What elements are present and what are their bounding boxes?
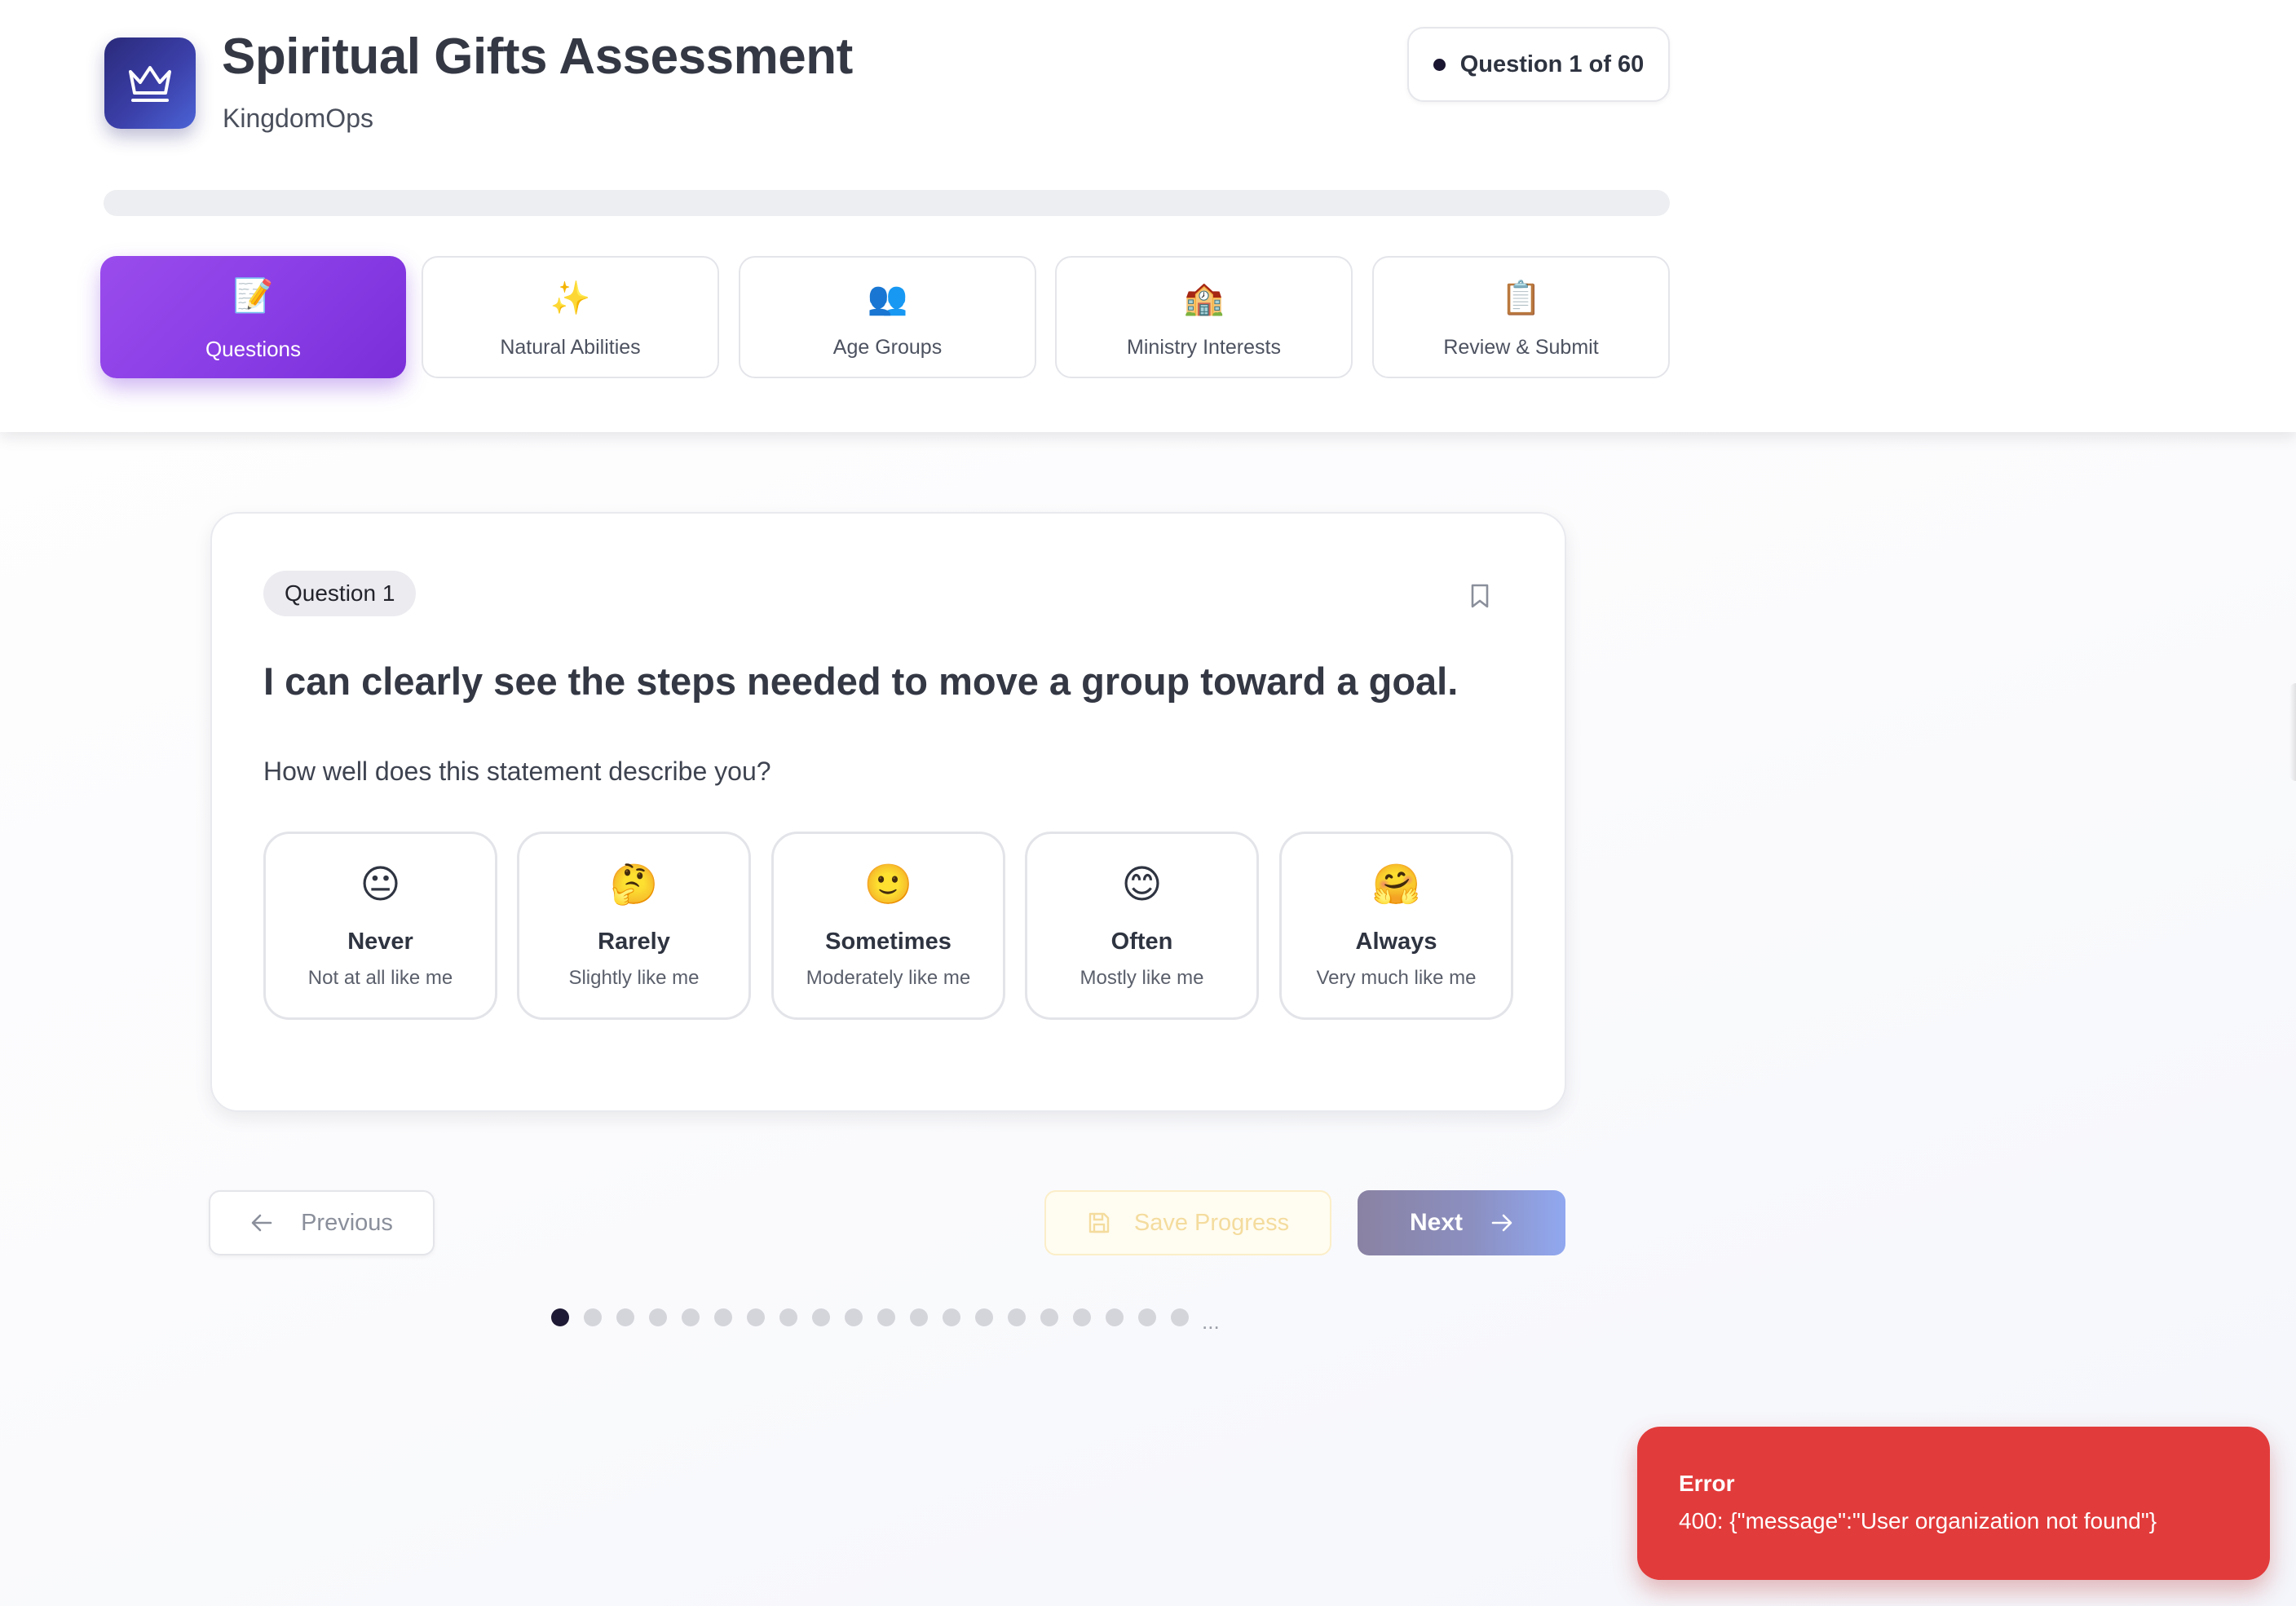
pagination-dot[interactable] <box>747 1308 765 1326</box>
answer-option-description: Mostly like me <box>1080 967 1204 989</box>
save-icon <box>1087 1211 1111 1235</box>
tab-label: Review & Submit <box>1443 335 1599 359</box>
tab-age-groups[interactable]: 👥 Age Groups <box>739 256 1036 378</box>
next-button-label: Next <box>1409 1209 1464 1236</box>
question-counter-label: Question 1 of 60 <box>1459 51 1645 77</box>
pagination-dot[interactable] <box>1040 1308 1058 1326</box>
pagination-dot[interactable] <box>975 1308 993 1326</box>
answer-option-description: Moderately like me <box>806 967 971 989</box>
pagination-dot[interactable] <box>877 1308 895 1326</box>
people-icon: 👥 <box>867 279 908 317</box>
smiling-face-icon: 😊 <box>1121 862 1163 907</box>
answer-option-always[interactable]: 🤗 Always Very much like me <box>1279 832 1513 1020</box>
page-title: Spiritual Gifts Assessment <box>222 29 853 85</box>
next-button[interactable]: Next <box>1358 1190 1565 1255</box>
pagination-dot[interactable] <box>1008 1308 1026 1326</box>
toast-title: Error <box>1679 1471 1735 1496</box>
pagination-dot[interactable] <box>616 1308 634 1326</box>
sparkles-icon: ✨ <box>550 279 591 317</box>
arrow-left-icon <box>250 1213 273 1233</box>
pagination-dot[interactable] <box>812 1308 830 1326</box>
question-counter: Question 1 of 60 <box>1407 27 1670 102</box>
organization-name: KingdomOps <box>223 104 373 133</box>
memo-icon: 📝 <box>232 276 274 315</box>
tab-label: Natural Abilities <box>500 335 641 359</box>
bookmark-button[interactable] <box>1464 580 1495 611</box>
pagination-dot[interactable] <box>910 1308 928 1326</box>
pagination-dot[interactable] <box>943 1308 960 1326</box>
question-card: Question 1 I can clearly see the steps n… <box>210 512 1566 1112</box>
app-logo <box>104 38 196 129</box>
answer-option-label: Rarely <box>598 929 670 955</box>
pagination-dot[interactable] <box>1138 1308 1156 1326</box>
pagination-dot[interactable] <box>714 1308 732 1326</box>
tab-questions[interactable]: 📝 Questions <box>100 256 406 378</box>
pagination-ellipsis: ... <box>1202 1309 1220 1334</box>
neutral-face-icon: 😐 <box>360 862 401 907</box>
tab-label: Ministry Interests <box>1127 335 1281 359</box>
arrow-right-icon <box>1490 1213 1513 1233</box>
answer-option-never[interactable]: 😐 Never Not at all like me <box>263 832 497 1020</box>
status-dot-icon <box>1433 58 1446 71</box>
app-header: Spiritual Gifts Assessment KingdomOps Qu… <box>0 0 2296 432</box>
error-toast[interactable]: Error 400: {"message":"User organization… <box>1637 1427 2270 1580</box>
answer-option-often[interactable]: 😊 Often Mostly like me <box>1025 832 1259 1020</box>
crown-icon <box>129 66 171 102</box>
pagination-dot[interactable] <box>682 1308 700 1326</box>
save-progress-button[interactable]: Save Progress <box>1044 1190 1331 1255</box>
answer-option-description: Slightly like me <box>568 967 700 989</box>
toast-message: 400: {"message":"User organization not f… <box>1679 1508 2157 1533</box>
pagination-dot[interactable] <box>584 1308 602 1326</box>
hugging-face-icon: 🤗 <box>1371 862 1421 907</box>
pagination-dot[interactable] <box>779 1308 797 1326</box>
tab-review-submit[interactable]: 📋 Review & Submit <box>1372 256 1670 378</box>
pagination-dot[interactable] <box>551 1308 569 1326</box>
pagination-dot[interactable] <box>1171 1308 1189 1326</box>
previous-button[interactable]: Previous <box>209 1190 435 1255</box>
answer-option-sometimes[interactable]: 🙂 Sometimes Moderately like me <box>771 832 1005 1020</box>
answer-option-label: Never <box>347 929 413 955</box>
answer-option-description: Very much like me <box>1316 967 1477 989</box>
tab-label: Questions <box>205 336 302 361</box>
building-icon: 🏫 <box>1183 279 1225 317</box>
bookmark-icon <box>1471 584 1489 608</box>
answer-option-label: Always <box>1355 929 1437 955</box>
edge-scroll-handle <box>2289 683 2296 781</box>
slightly-smiling-face-icon: 🙂 <box>863 862 913 907</box>
clipboard-icon: 📋 <box>1500 279 1542 317</box>
answer-option-label: Often <box>1110 929 1173 955</box>
tab-label: Age Groups <box>832 335 943 359</box>
answer-option-description: Not at all like me <box>307 967 453 989</box>
progress-bar <box>104 190 1670 216</box>
question-text: I can clearly see the steps needed to mo… <box>263 660 1459 703</box>
answer-option-rarely[interactable]: 🤔 Rarely Slightly like me <box>517 832 751 1020</box>
save-progress-label: Save Progress <box>1133 1209 1290 1236</box>
answer-option-label: Sometimes <box>825 929 952 955</box>
pagination-dot[interactable] <box>1073 1308 1091 1326</box>
question-prompt: How well does this statement describe yo… <box>263 757 771 786</box>
tab-natural-abilities[interactable]: ✨ Natural Abilities <box>422 256 719 378</box>
pagination-dot[interactable] <box>845 1308 863 1326</box>
pagination-dot[interactable] <box>1106 1308 1124 1326</box>
previous-button-label: Previous <box>301 1209 393 1236</box>
question-number-badge: Question 1 <box>263 571 417 616</box>
tab-ministry-interests[interactable]: 🏫 Ministry Interests <box>1055 256 1353 378</box>
thinking-face-icon: 🤔 <box>609 862 659 907</box>
pagination-dot[interactable] <box>649 1308 667 1326</box>
